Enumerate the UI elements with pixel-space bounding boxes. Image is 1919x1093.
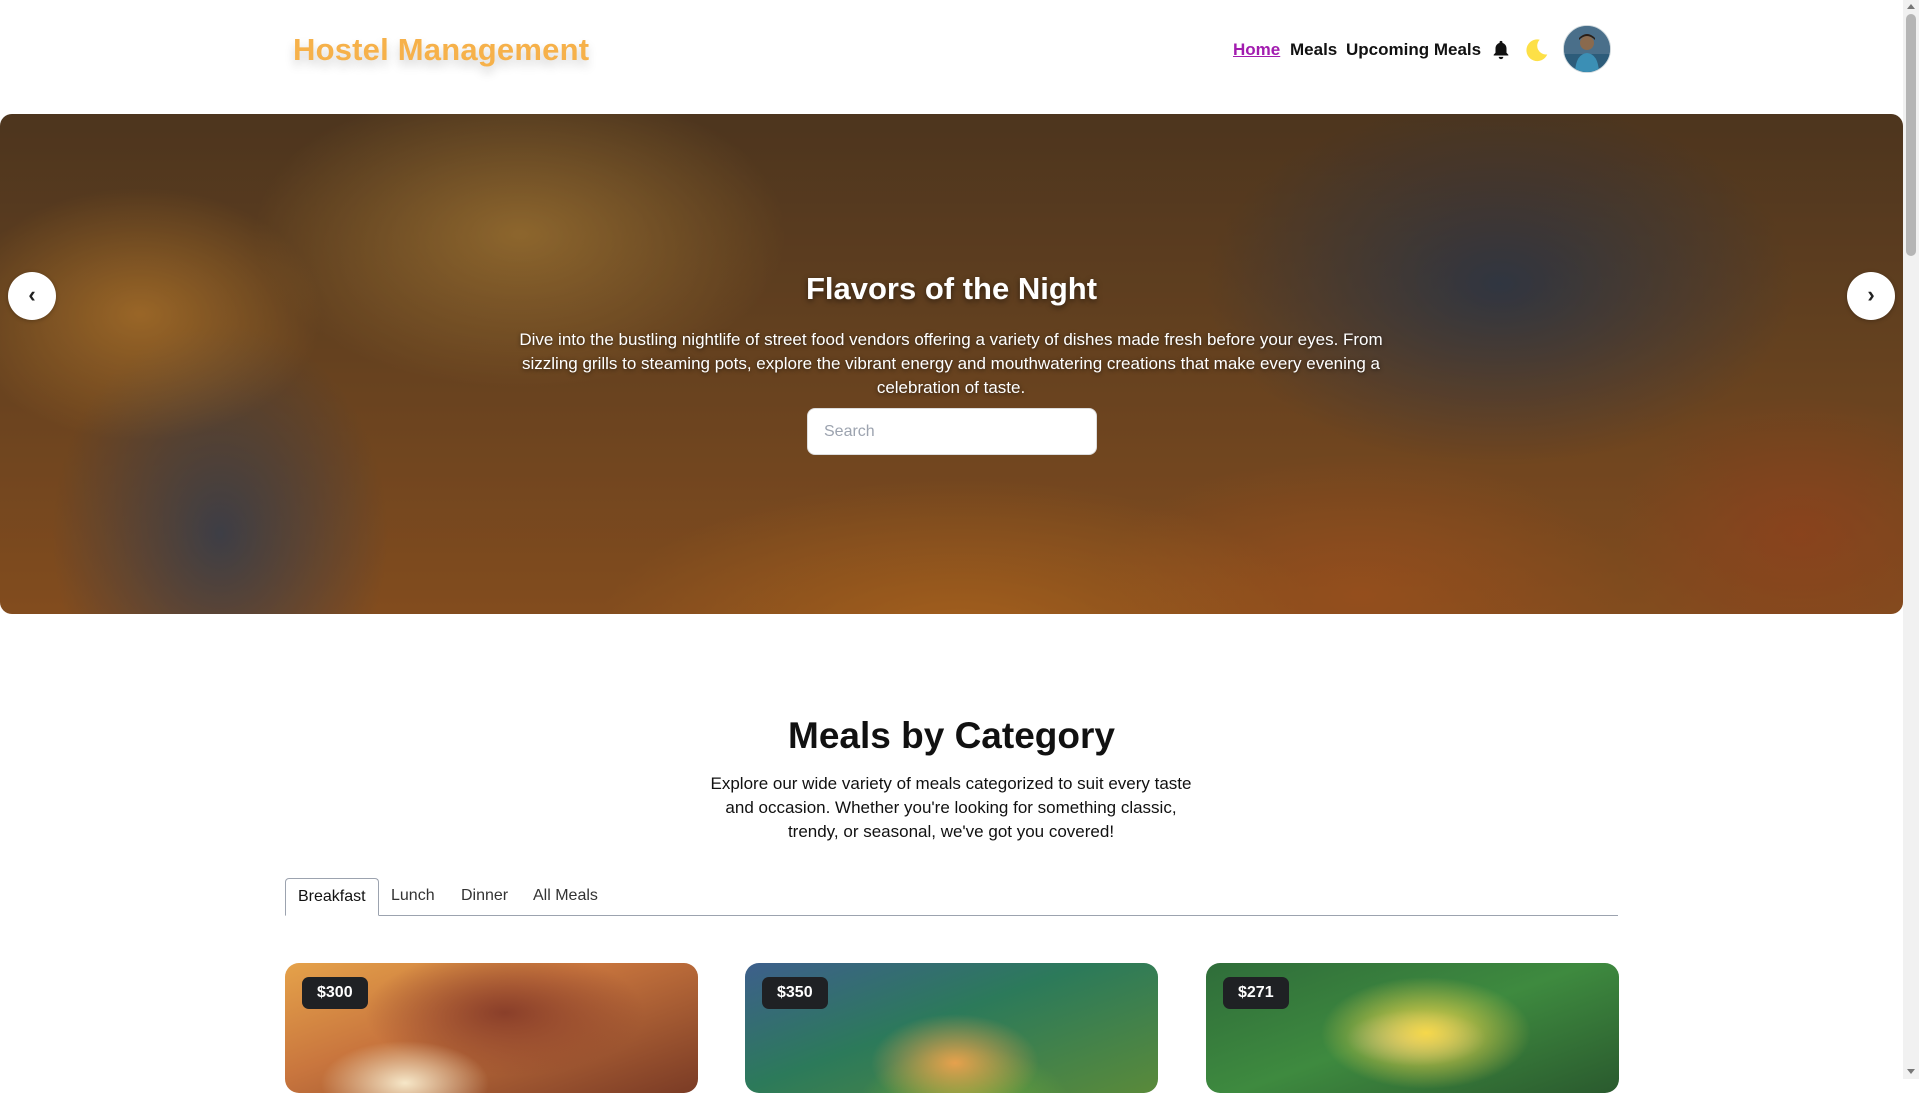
nav-link-home[interactable]: Home bbox=[1233, 40, 1280, 60]
tab-all-meals[interactable]: All Meals bbox=[521, 878, 610, 914]
meal-card[interactable]: $350 bbox=[745, 963, 1158, 1093]
tab-breakfast[interactable]: Breakfast bbox=[285, 878, 379, 916]
bell-icon[interactable] bbox=[1490, 38, 1512, 62]
meal-card[interactable]: $300 bbox=[285, 963, 698, 1093]
moon-icon[interactable] bbox=[1524, 37, 1550, 63]
price-badge: $350 bbox=[762, 977, 828, 1009]
meal-card[interactable]: $271 bbox=[1206, 963, 1619, 1093]
tab-dinner[interactable]: Dinner bbox=[449, 878, 520, 914]
site-logo[interactable]: Hostel Management bbox=[293, 32, 589, 68]
category-tabs: Breakfast Lunch Dinner All Meals bbox=[285, 878, 1618, 916]
carousel-prev-button[interactable]: ‹ bbox=[8, 272, 56, 320]
hero-description: Dive into the bustling nightlife of stre… bbox=[519, 330, 1383, 397]
hero-banner: Flavors of the Night Dive into the bustl… bbox=[0, 114, 1903, 614]
section-description: Explore our wide variety of meals catego… bbox=[710, 774, 1192, 841]
scroll-thumb[interactable] bbox=[1906, 14, 1916, 256]
hero-title: Flavors of the Night bbox=[805, 271, 1098, 306]
user-avatar[interactable] bbox=[1563, 25, 1611, 73]
price-badge: $271 bbox=[1223, 977, 1289, 1009]
search-input[interactable] bbox=[807, 408, 1097, 455]
scroll-up-arrow-icon[interactable] bbox=[1907, 4, 1915, 9]
nav-link-meals[interactable]: Meals bbox=[1290, 40, 1337, 60]
header: Hostel Management Home Meals Upcoming Me… bbox=[0, 0, 1902, 114]
scroll-down-arrow-icon[interactable] bbox=[1907, 1069, 1915, 1074]
tab-lunch[interactable]: Lunch bbox=[379, 878, 447, 914]
page-scrollbar[interactable] bbox=[1903, 0, 1919, 1079]
price-badge: $300 bbox=[302, 977, 368, 1009]
carousel-next-button[interactable]: › bbox=[1847, 272, 1895, 320]
nav-link-upcoming-meals[interactable]: Upcoming Meals bbox=[1346, 40, 1481, 60]
avatar-image bbox=[1564, 26, 1610, 72]
section-title: Meals by Category bbox=[788, 715, 1115, 756]
